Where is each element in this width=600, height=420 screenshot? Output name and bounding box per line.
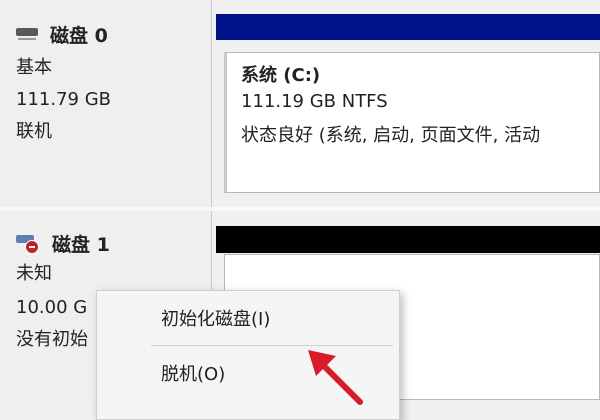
- hdd-icon: [16, 26, 38, 42]
- menu-item-offline[interactable]: 脱机(O): [161, 361, 225, 389]
- disk-0-size: 111.79 GB: [16, 89, 112, 110]
- disk-unknown-icon: [16, 232, 40, 254]
- partition-c-size: 111.19 GB NTFS: [241, 91, 388, 112]
- disk-1-title: 磁盘 1: [16, 231, 110, 256]
- partition-c-header-bar: [216, 14, 600, 40]
- disk-0-partitions: 系统 (C:) 111.19 GB NTFS 状态良好 (系统, 启动, 页面文…: [216, 0, 600, 207]
- disk-1-type: 未知: [16, 263, 52, 284]
- unallocated-header-bar: [216, 226, 600, 253]
- partition-c-name: 系统 (C:): [241, 65, 321, 86]
- disk-0-row: 磁盘 0 基本 111.79 GB 联机 系统 (C:) 111.19 GB N…: [0, 0, 600, 207]
- disk-1-name: 磁盘 1: [52, 233, 110, 256]
- partition-c-status: 状态良好 (系统, 启动, 页面文件, 活动: [241, 125, 541, 146]
- disk-1-status: 没有初始: [16, 329, 88, 350]
- menu-separator: [151, 345, 393, 346]
- disk-0-label-panel[interactable]: 磁盘 0 基本 111.79 GB 联机: [0, 0, 212, 207]
- disk-0-status: 联机: [16, 121, 52, 142]
- context-menu: 初始化磁盘(I) 脱机(O): [96, 290, 400, 420]
- disk-0-name: 磁盘 0: [50, 24, 108, 47]
- disk-0-title: 磁盘 0: [16, 22, 108, 47]
- partition-c[interactable]: 系统 (C:) 111.19 GB NTFS 状态良好 (系统, 启动, 页面文…: [224, 52, 600, 193]
- menu-item-initialize-disk[interactable]: 初始化磁盘(I): [161, 306, 270, 334]
- disk-0-type: 基本: [16, 57, 52, 78]
- disk-1-size: 10.00 G: [16, 297, 88, 318]
